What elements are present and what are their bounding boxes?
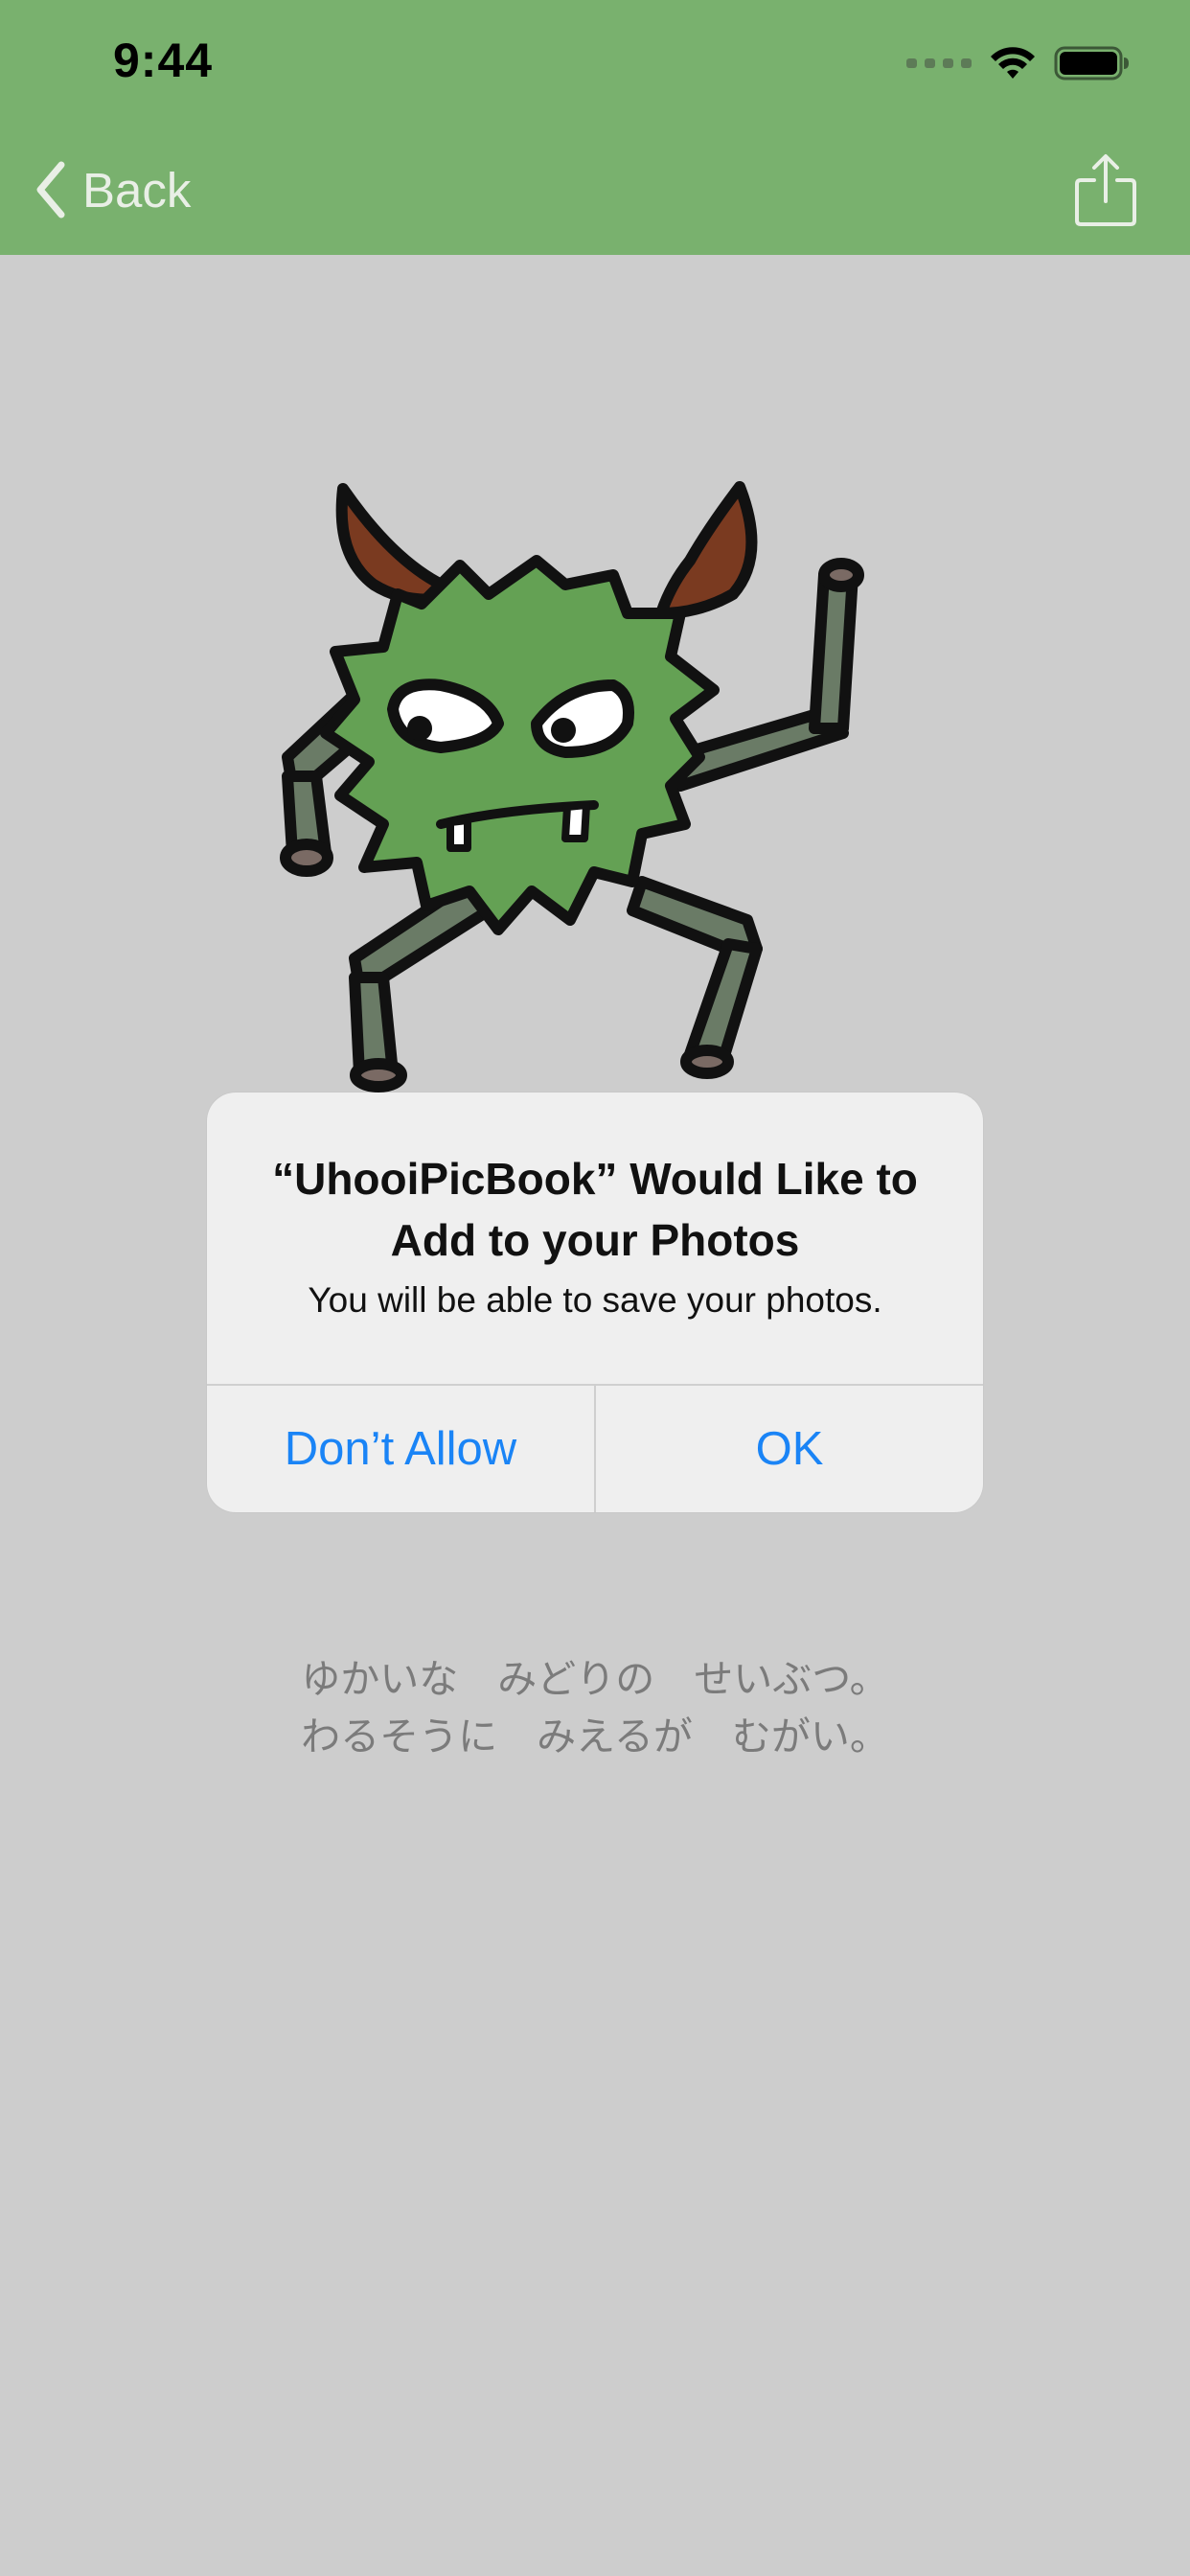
back-button[interactable]: Back xyxy=(34,159,191,220)
description-line-2: わるそうに みえるが むがい。 xyxy=(301,1714,889,1760)
ok-button[interactable]: OK xyxy=(596,1386,983,1512)
status-time: 9:44 xyxy=(113,34,214,87)
back-label: Back xyxy=(82,162,192,218)
battery-icon xyxy=(1054,46,1129,80)
share-icon xyxy=(1075,154,1136,226)
status-bar: 9:44 xyxy=(0,0,1190,126)
wifi-icon xyxy=(991,47,1035,79)
cellular-signal-icon xyxy=(906,58,972,68)
description-text: ゆかいな みどりの せいぶつ。 わるそうに みえるが むがい。 xyxy=(0,1650,1190,1765)
share-button[interactable] xyxy=(1071,151,1140,228)
monster-illustration xyxy=(280,481,864,1092)
chevron-left-icon xyxy=(36,161,65,218)
permission-alert: “UhooiPicBook” Would Like to Add to your… xyxy=(207,1092,983,1512)
description-line-1: ゆかいな みどりの せいぶつ。 xyxy=(301,1656,889,1702)
dont-allow-button[interactable]: Don’t Allow xyxy=(207,1386,594,1512)
alert-title: “UhooiPicBook” Would Like to Add to your… xyxy=(272,1154,918,1265)
alert-message: You will be able to save your photos. xyxy=(308,1280,882,1320)
status-icons xyxy=(906,44,1131,82)
navigation-bar: Back xyxy=(0,126,1190,255)
